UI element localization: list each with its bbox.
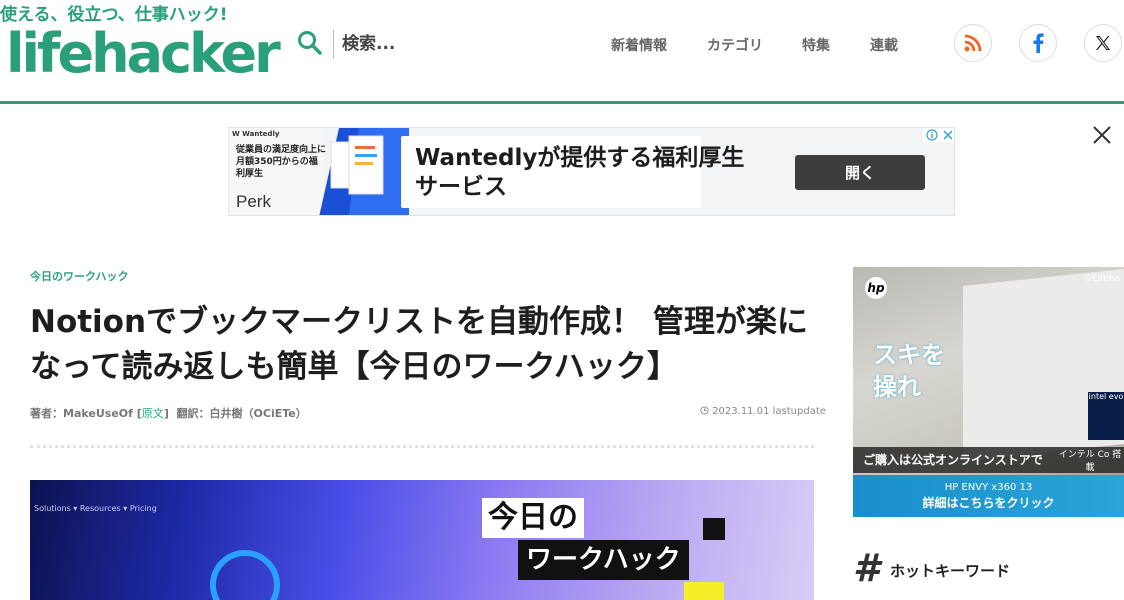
nav-item-series[interactable]: 連載 xyxy=(870,35,898,55)
site-header: 使える、役立つ、仕事ハック! lifehacker 新着情報 カテゴリ 特集 連… xyxy=(0,0,1124,104)
article-category[interactable]: 今日のワークハック xyxy=(30,268,128,284)
original-link[interactable]: 原文 xyxy=(142,407,164,420)
sidebar-ad-shop-right: インテル Co 搭載 xyxy=(1058,450,1122,473)
nav-item-features[interactable]: 特集 xyxy=(802,35,830,55)
translator-name: 白井樹（OCiETe） xyxy=(209,407,307,420)
hp-logo-icon: hp xyxy=(865,277,887,299)
author-name: MakeUseOf xyxy=(63,407,133,420)
ad-close-icon[interactable] xyxy=(942,130,953,140)
hero-circle-shape xyxy=(210,550,280,600)
sidebar-ad-headline-1: スキを xyxy=(873,341,945,369)
original-bracket-close: ] xyxy=(163,407,169,420)
x-icon xyxy=(1096,36,1110,50)
hero-nav-text: Solutions ▾ Resources ▾ Pricing xyxy=(34,504,157,513)
search-divider xyxy=(333,30,334,58)
sidebar-ad-headline-2: 操れ xyxy=(873,373,921,401)
hash-icon: # xyxy=(853,546,880,590)
banner-ad-brand: W Wantedly xyxy=(232,130,280,138)
x-button[interactable] xyxy=(1084,24,1122,62)
hero-yellow-block xyxy=(684,582,724,600)
facebook-icon xyxy=(1033,33,1044,53)
banner-ad-graphic xyxy=(319,128,409,215)
author-label: 著者： xyxy=(30,407,63,420)
sidebar-ad[interactable]: hp ©Lifeha スキを 操れ intel evo ご購入は公式オンラインス… xyxy=(853,267,1124,517)
banner-ad-headline: Wantedlyが提供する福利厚生サービス xyxy=(415,145,745,200)
hot-keywords-title: ホットキーワード xyxy=(890,562,1011,580)
banner-ad-product: Perk xyxy=(236,192,271,211)
ad-choices[interactable] xyxy=(923,128,954,142)
hero-label-workhack: ワークハック xyxy=(518,540,689,580)
search-icon[interactable] xyxy=(297,30,323,56)
sidebar-ad-headline: スキを 操れ xyxy=(873,339,945,403)
hero-label-today: 今日の xyxy=(482,498,584,538)
facebook-button[interactable] xyxy=(1019,24,1057,62)
article-hero-image: Solutions ▾ Resources ▾ Pricing 今日の ワークハ… xyxy=(30,480,814,600)
rss-button[interactable] xyxy=(954,24,992,62)
sidebar-ad-cta-bar[interactable]: HP ENVY x360 13 詳細はこちらをクリック xyxy=(853,475,1124,517)
nav-item-new[interactable]: 新着情報 xyxy=(611,35,667,55)
hero-square xyxy=(703,518,725,540)
clock-icon xyxy=(700,406,709,415)
banner-ad-open-button[interactable]: 開く xyxy=(795,155,925,190)
banner-ad-small-copy: 従業員の満足度向上に月額350円からの福利厚生 xyxy=(236,145,327,179)
article-date: 2023.11.01 lastupdate xyxy=(700,406,826,417)
banner-ad[interactable]: W Wantedly 従業員の満足度向上に月額350円からの福利厚生 Perk … xyxy=(228,127,955,216)
translator-label: 翻訳： xyxy=(176,407,210,420)
sidebar-ad-copyright: ©Lifeha xyxy=(1083,274,1120,284)
nav-item-category[interactable]: カテゴリ xyxy=(707,35,763,55)
sidebar-ad-cta[interactable]: 詳細はこちらをクリック xyxy=(853,495,1124,511)
info-icon[interactable] xyxy=(925,129,938,141)
intel-evo-badge: intel evo xyxy=(1088,392,1124,440)
site-logo[interactable]: lifehacker xyxy=(6,22,281,85)
close-icon[interactable] xyxy=(1091,124,1113,146)
article-byline: 著者：MakeUseOf [原文] 翻訳：白井樹（OCiETe） xyxy=(30,405,307,421)
sidebar-ad-model: HP ENVY x360 13 xyxy=(944,482,1033,493)
article-divider xyxy=(30,445,814,448)
article-title: Notionでブックマークリストを自動作成！ 管理が楽になって読み返しも簡単【今… xyxy=(30,304,808,385)
search-input[interactable] xyxy=(342,30,542,58)
rss-icon xyxy=(964,34,982,52)
article-date-text: 2023.11.01 lastupdate xyxy=(712,406,826,417)
